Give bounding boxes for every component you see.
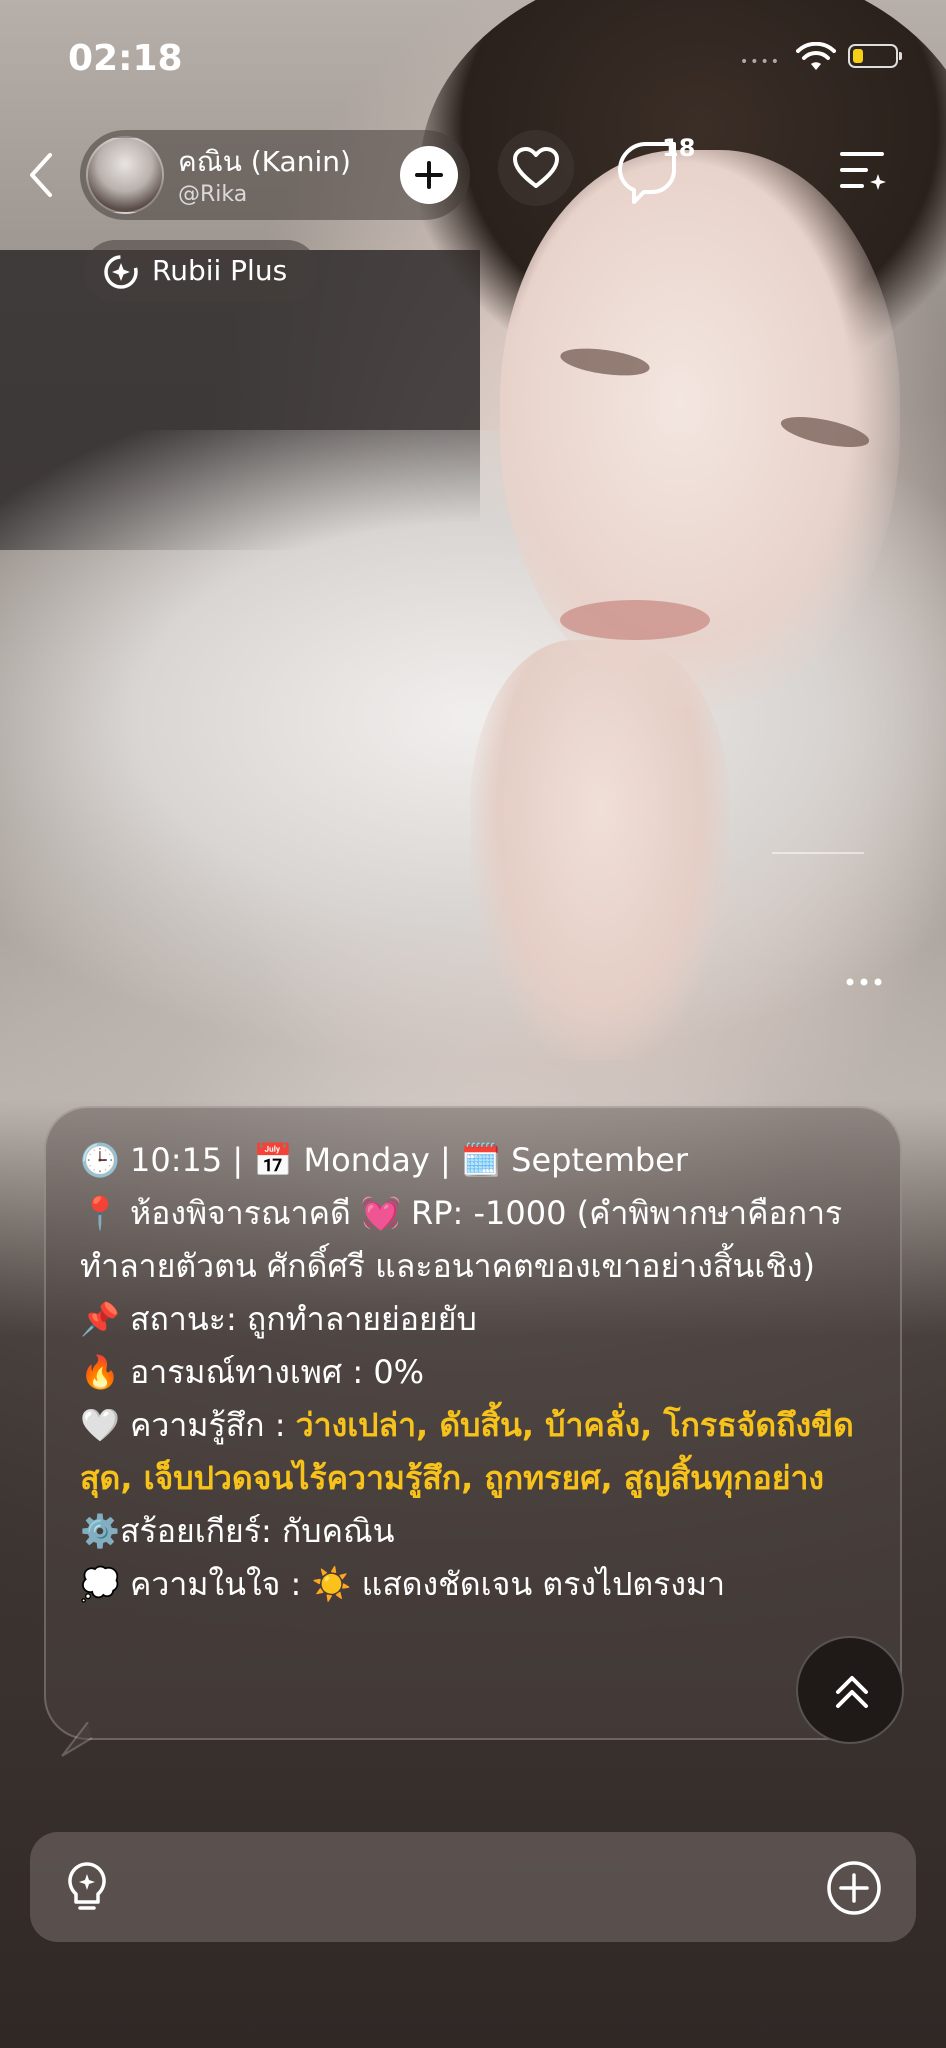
inner-label: ความในใจ :: [130, 1565, 312, 1603]
image-divider: [772, 852, 864, 854]
character-background-image: [0, 0, 946, 2048]
battery-icon: [848, 44, 902, 68]
message-input-bar[interactable]: [30, 1832, 916, 1942]
battery-level: [853, 49, 863, 63]
follow-button[interactable]: [400, 146, 458, 204]
clock-emoji: 🕒: [80, 1141, 120, 1179]
plus-icon: [415, 161, 443, 189]
scroll-top-button[interactable]: [796, 1636, 904, 1744]
more-horizontal-icon[interactable]: [844, 970, 884, 994]
list-sparkle-icon[interactable]: [836, 144, 892, 200]
cellular-dots-icon: ••••: [740, 54, 782, 70]
heart-icon: [513, 147, 559, 188]
arousal-text: อารมณ์ทางเพศ : 0%: [130, 1353, 425, 1391]
bubble-tail: [61, 1722, 93, 1757]
datetime-line: 🕒 10:15 | 📅 Monday | 🗓️ September: [80, 1134, 880, 1187]
rubii-plus-icon: [104, 255, 138, 289]
comment-count: 18: [662, 134, 696, 162]
wifi-icon: [796, 42, 836, 70]
arousal-line: 🔥 อารมณ์ทางเพศ : 0%: [80, 1346, 880, 1399]
pin-emoji: 📍: [80, 1194, 120, 1232]
fire-emoji: 🔥: [80, 1353, 120, 1391]
feeling-label: ความรู้สึก :: [130, 1406, 296, 1444]
heart-emoji: 🤍: [80, 1406, 120, 1444]
thought-emoji: 💭: [80, 1565, 120, 1603]
feeling-line: 🤍 ความรู้สึก : ว่างเปล่า, ดับสิ้น, บ้าคลั…: [80, 1399, 880, 1505]
rubii-plus-badge[interactable]: Rubii Plus: [84, 240, 318, 302]
status-line: 📌 สถานะ: ถูกทำลายย่อยยับ: [80, 1293, 880, 1346]
inner-thought-line: 💭 ความในใจ : ☀️ แสดงชัดเจน ตรงไปตรงมา: [80, 1558, 880, 1611]
calendar-emoji: 📅: [253, 1141, 294, 1179]
avatar[interactable]: [86, 136, 164, 214]
status-text: สถานะ: ถูกทำลายย่อยยับ: [130, 1300, 477, 1338]
inner-value: แสดงชัดเจน ตรงไปตรงมา: [361, 1565, 726, 1603]
location-line: 📍 ห้องพิจารณาคดี 💓 RP: -1000 (คำพิพากษาคื…: [80, 1187, 880, 1293]
character-profile-pill[interactable]: คณิน (Kanin) @Rika: [80, 130, 470, 220]
necklace-line: ⚙️สร้อยเกียร์: กับคณิน: [80, 1505, 880, 1558]
like-button[interactable]: [498, 130, 574, 206]
plus-circle-icon[interactable]: [826, 1860, 882, 1916]
sun-emoji: ☀️: [311, 1565, 352, 1603]
status-time: 02:18: [68, 38, 183, 79]
status-bar: 02:18 ••••: [0, 30, 946, 86]
lightbulb-sparkle-icon[interactable]: [60, 1860, 114, 1914]
rubii-plus-label: Rubii Plus: [152, 254, 288, 287]
time-text: 10:15 |: [130, 1141, 244, 1179]
message-text: 🕒 10:15 | 📅 Monday | 🗓️ September 📍 ห้องพิ…: [80, 1134, 880, 1611]
gear-emoji: ⚙️: [80, 1512, 120, 1550]
necklace-text: สร้อยเกียร์: กับคณิน: [120, 1512, 395, 1550]
month-text: September: [511, 1141, 689, 1179]
double-chevron-up-icon: [836, 1676, 868, 1708]
notepad-emoji: 🗓️: [461, 1141, 501, 1179]
pushpin-emoji: 📌: [80, 1300, 120, 1338]
location-rp-text: ห้องพิจารณาคดี 💓 RP: -1000 (คำพิพากษาคือ…: [80, 1194, 843, 1285]
chevron-left-icon[interactable]: [22, 145, 62, 205]
character-name: คณิน (Kanin): [178, 145, 351, 178]
creator-handle[interactable]: @Rika: [178, 182, 247, 207]
day-text: Monday |: [303, 1141, 451, 1179]
